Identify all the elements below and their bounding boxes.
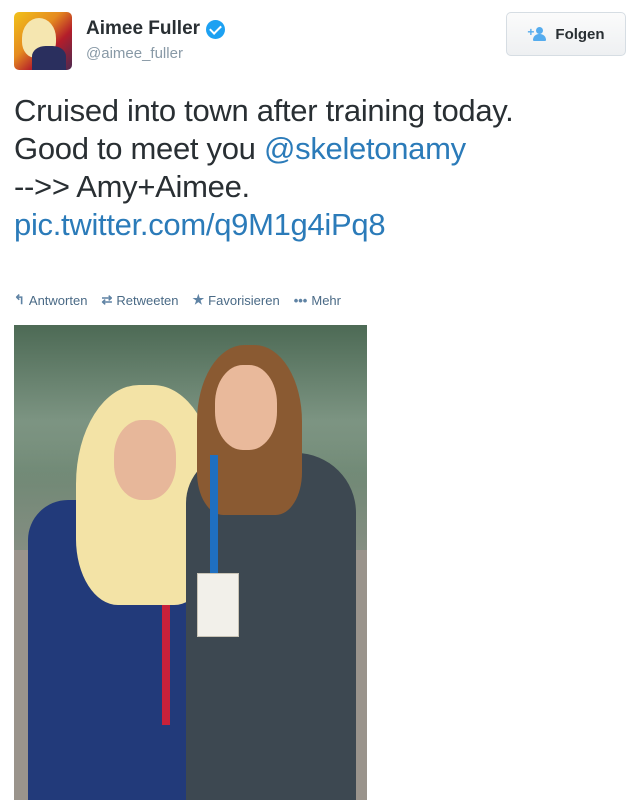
verified-icon (206, 19, 226, 39)
retweet-icon: ⇄ (101, 292, 113, 307)
reply-label: Antworten (28, 292, 88, 308)
tweet-line-2-prefix: Good to meet you (14, 131, 264, 166)
tweet-line-3: -->> Amy+Aimee. (14, 169, 250, 204)
more-action[interactable]: ••• Mehr (294, 292, 341, 308)
lanyard (210, 455, 218, 575)
add-user-icon: + (527, 26, 547, 42)
star-icon: ★ (192, 292, 205, 307)
user-handle[interactable]: @aimee_fuller (86, 45, 225, 62)
favorite-action[interactable]: ★ Favorisieren (193, 292, 280, 308)
retweet-label: Retweeten (116, 292, 179, 308)
tweet-photo[interactable] (14, 325, 367, 800)
tweet-text: Cruised into town after training today. … (14, 92, 626, 244)
person-left-face (114, 420, 176, 500)
avatar[interactable] (14, 12, 72, 70)
more-label: Mehr (311, 292, 341, 308)
follow-button[interactable]: + Folgen (506, 12, 626, 56)
user-name[interactable]: Aimee Fuller (86, 18, 200, 40)
retweet-action[interactable]: ⇄ Retweeten (101, 292, 178, 308)
accreditation-badge (197, 573, 239, 637)
tweet-actions: ↰ Antworten ⇄ Retweeten ★ Favorisieren •… (14, 292, 341, 308)
avatar-jacket (32, 46, 66, 70)
tweet-line-1: Cruised into town after training today. (14, 93, 514, 128)
tweet-line-2: Good to meet you @skeletonamy (14, 130, 626, 168)
favorite-label: Favorisieren (208, 292, 280, 308)
pic-link[interactable]: pic.twitter.com/q9M1g4iPq8 (14, 206, 626, 244)
reply-action[interactable]: ↰ Antworten (14, 292, 87, 308)
reply-icon: ↰ (14, 292, 25, 307)
person-right-face (215, 365, 277, 450)
mention-link[interactable]: @skeletonamy (264, 131, 466, 166)
user-name-block[interactable]: Aimee Fuller @aimee_fuller (86, 18, 226, 62)
follow-label: Folgen (555, 25, 605, 43)
more-icon: ••• (293, 292, 308, 308)
tweet-header: Aimee Fuller @aimee_fuller + Folgen (14, 12, 626, 72)
name-row: Aimee Fuller (86, 18, 226, 40)
